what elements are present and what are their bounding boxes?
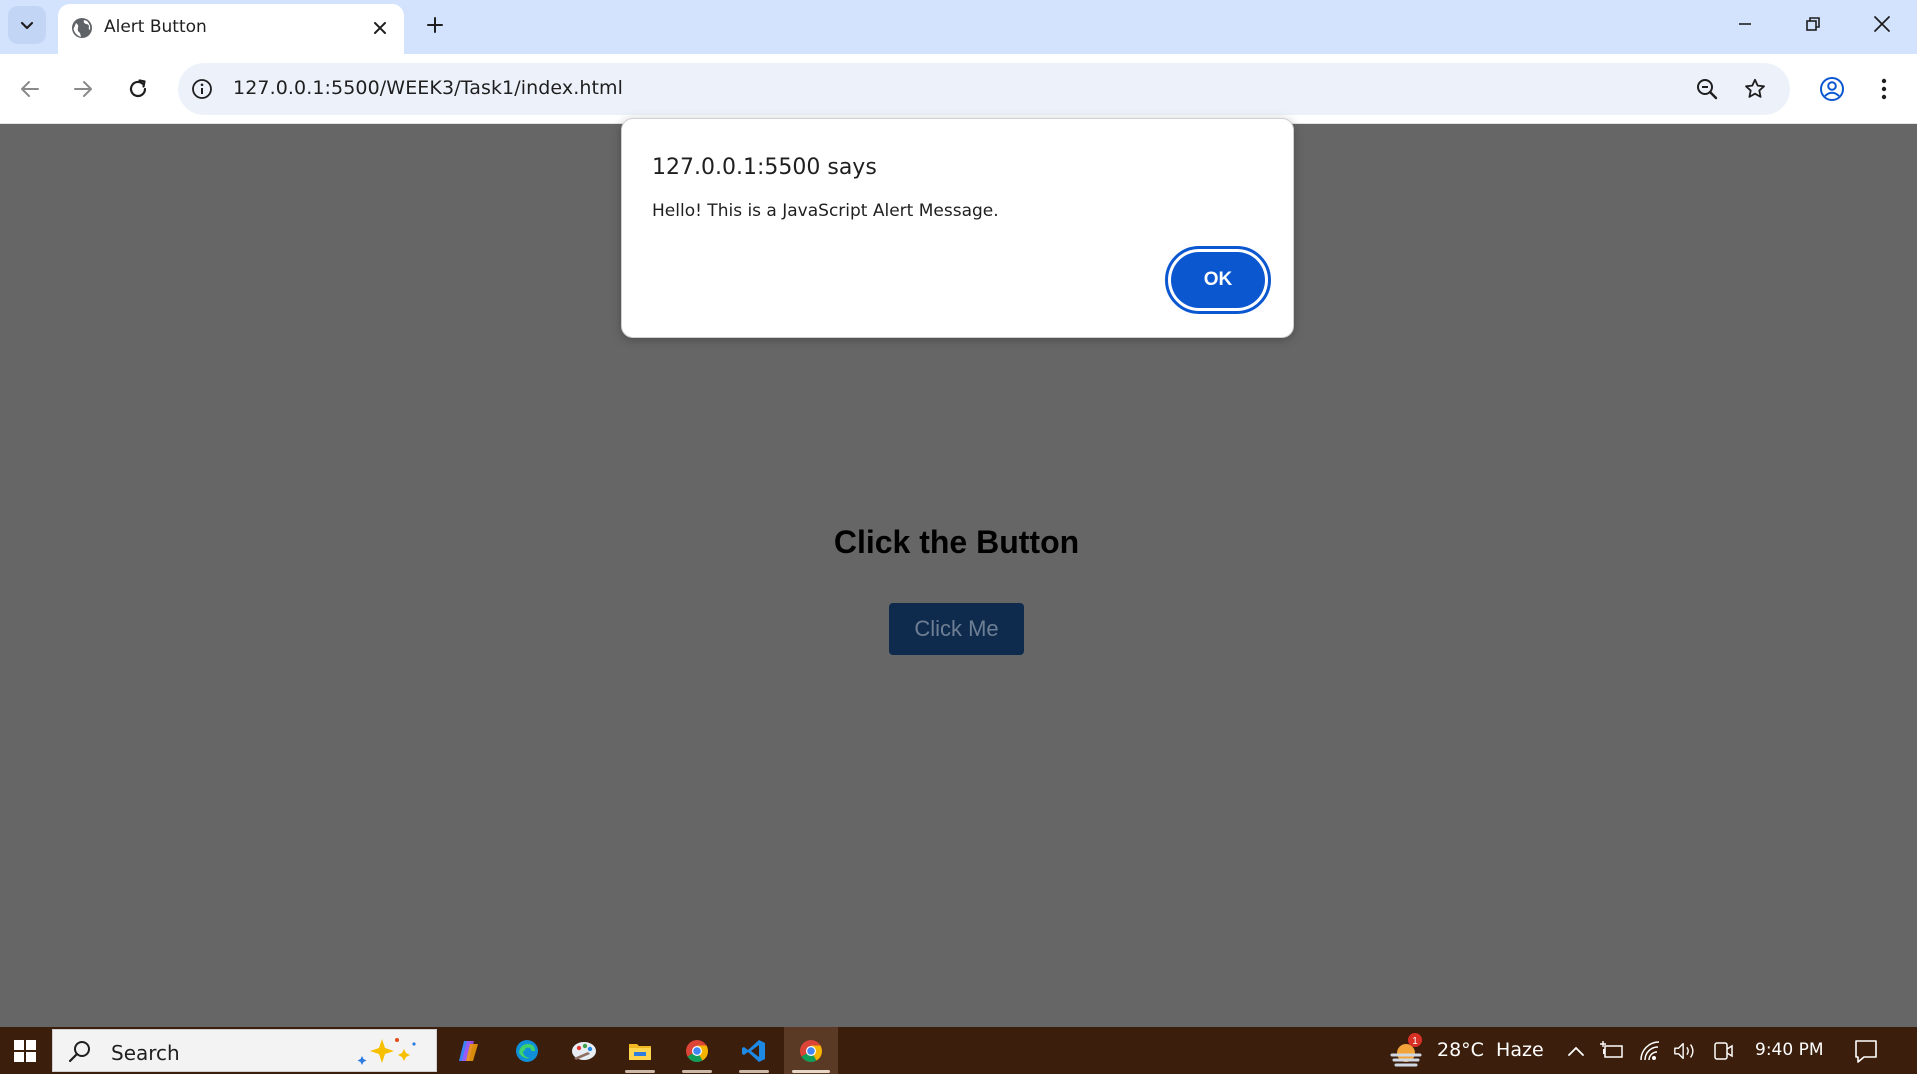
minimize-button[interactable]	[1725, 8, 1765, 40]
arrow-right-icon	[74, 81, 92, 97]
forward-button[interactable]	[65, 71, 101, 107]
meet-now-tray-button[interactable]	[1711, 1039, 1735, 1063]
copilot-icon	[459, 1040, 478, 1061]
notification-center-button[interactable]	[1852, 1037, 1880, 1065]
taskbar-clock[interactable]: 9:40 PM	[1755, 1040, 1824, 1060]
weather-badge: 1	[1412, 1036, 1418, 1047]
ok-button[interactable]: OK	[1165, 246, 1271, 314]
search-placeholder: Search	[111, 1041, 180, 1065]
paint-icon	[572, 1041, 596, 1060]
chrome-icon	[800, 1039, 822, 1062]
running-indicator	[792, 1070, 830, 1073]
taskbar-app-chrome-active[interactable]	[784, 1027, 838, 1074]
taskbar-app-paint[interactable]	[557, 1027, 611, 1074]
browser-menu-button[interactable]	[1866, 71, 1902, 107]
windows-taskbar: Search 1 28°C Haze 9:40 PM	[0, 1027, 1917, 1074]
arrow-left-icon	[21, 81, 39, 97]
browser-toolbar: 127.0.0.1:5500/WEEK3/Task1/index.html	[0, 54, 1917, 124]
search-icon	[67, 1039, 93, 1065]
minimize-icon	[1739, 23, 1751, 25]
running-indicator	[739, 1070, 769, 1073]
wifi-icon	[1640, 1041, 1660, 1061]
browser-tab-strip: Alert Button	[0, 0, 1917, 54]
weather-temp: 28°C	[1437, 1039, 1484, 1061]
close-icon	[1874, 16, 1890, 32]
alert-message: Hello! This is a JavaScript Alert Messag…	[652, 201, 999, 221]
more-vert-icon	[1881, 78, 1887, 100]
alert-title: 127.0.0.1:5500 says	[652, 155, 877, 180]
ok-button-label: OK	[1171, 252, 1265, 308]
weather-text[interactable]: 28°C Haze	[1437, 1039, 1544, 1061]
restore-button[interactable]	[1793, 8, 1833, 40]
restore-icon	[1806, 17, 1820, 31]
profile-icon	[1820, 77, 1844, 101]
site-info-icon[interactable]	[190, 77, 214, 101]
globe-icon	[70, 16, 94, 40]
tab-title: Alert Button	[104, 17, 207, 37]
battery-icon	[1600, 1041, 1623, 1058]
alert-dialog: 127.0.0.1:5500 says Hello! This is a Jav…	[621, 118, 1294, 338]
tab-search-button[interactable]	[8, 6, 46, 44]
start-button[interactable]	[0, 1027, 50, 1074]
windows-logo-icon	[14, 1039, 36, 1062]
taskbar-app-file-explorer[interactable]	[613, 1027, 667, 1074]
sparkle-icon	[357, 1038, 416, 1065]
address-bar[interactable]: 127.0.0.1:5500/WEEK3/Task1/index.html	[178, 63, 1790, 115]
folder-icon	[629, 1043, 651, 1060]
volume-tray-button[interactable]	[1673, 1039, 1697, 1063]
close-window-button[interactable]	[1862, 8, 1902, 40]
reload-icon	[129, 79, 147, 98]
plus-icon	[427, 17, 443, 33]
weather-condition: Haze	[1496, 1039, 1544, 1061]
vscode-icon	[742, 1039, 765, 1062]
page-heading: Click the Button	[833, 524, 1080, 560]
device-icon	[1714, 1042, 1733, 1060]
back-button[interactable]	[12, 71, 48, 107]
notification-icon	[1855, 1040, 1877, 1063]
address-url[interactable]: 127.0.0.1:5500/WEEK3/Task1/index.html	[233, 77, 623, 99]
taskbar-app-chrome[interactable]	[670, 1027, 724, 1074]
profile-button[interactable]	[1814, 71, 1850, 107]
bookmark-star-icon[interactable]	[1742, 76, 1768, 102]
show-hidden-icons-button[interactable]	[1564, 1039, 1588, 1063]
tab-close-button[interactable]	[368, 16, 392, 40]
weather-widget[interactable]: 1	[1386, 1031, 1426, 1071]
reload-button[interactable]	[120, 71, 156, 107]
running-indicator	[682, 1070, 712, 1073]
haze-weather-icon: 1	[1390, 1033, 1422, 1067]
zoom-icon[interactable]	[1694, 76, 1720, 102]
chrome-icon	[686, 1039, 708, 1062]
chevron-up-icon	[1568, 1046, 1584, 1056]
edge-icon	[516, 1039, 538, 1062]
tab-alert-button[interactable]: Alert Button	[58, 4, 404, 54]
network-tray-button[interactable]	[1638, 1039, 1662, 1063]
close-icon	[374, 22, 386, 34]
taskbar-app-edge[interactable]	[500, 1027, 554, 1074]
battery-tray-button[interactable]	[1600, 1039, 1624, 1063]
taskbar-app-vscode[interactable]	[727, 1027, 781, 1074]
click-me-button[interactable]: Click Me	[889, 603, 1024, 655]
running-indicator	[625, 1070, 655, 1073]
taskbar-app-copilot[interactable]	[442, 1027, 496, 1074]
chevron-down-icon	[20, 21, 34, 30]
taskbar-search-box[interactable]: Search	[52, 1029, 437, 1072]
new-tab-button[interactable]	[420, 10, 450, 40]
speaker-icon	[1674, 1042, 1694, 1060]
